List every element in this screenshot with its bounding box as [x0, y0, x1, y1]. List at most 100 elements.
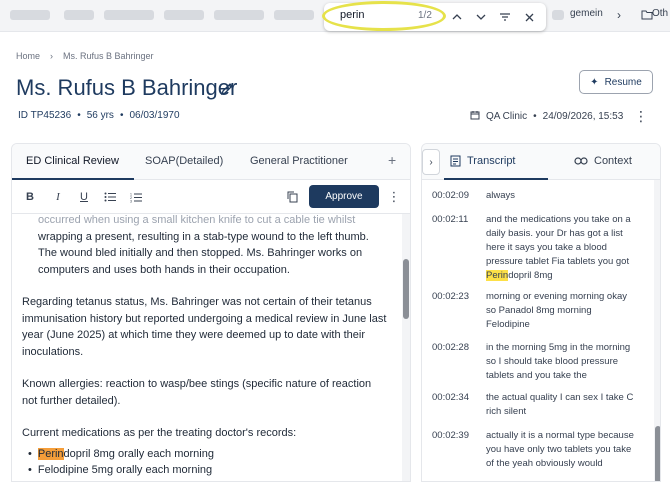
patient-id: ID TP45236	[18, 110, 72, 121]
next-match-icon[interactable]	[472, 8, 490, 26]
blurred-bookmark	[104, 10, 154, 20]
transcript-row: 00:02:34 the actual quality I can sex I …	[432, 391, 636, 419]
transcript-text: in the morning 5mg in the morning so I s…	[486, 342, 631, 381]
bold-icon[interactable]: B	[22, 189, 38, 205]
transcript-text: and the medications you take on a daily …	[486, 213, 636, 283]
timestamp: 00:02:39	[432, 430, 469, 441]
transcript-list[interactable]: 00:02:09 always 00:02:11 and the medicat…	[422, 180, 654, 481]
scrollbar-thumb[interactable]	[403, 259, 409, 319]
blurred-bookmark	[164, 10, 204, 20]
search-highlight: Perin	[486, 270, 509, 281]
find-options-icon[interactable]	[496, 8, 514, 26]
patient-meta: ID TP45236 • 56 yrs • 06/03/1970	[18, 110, 180, 121]
find-bar: perin 1/2	[324, 3, 546, 31]
add-tab-icon[interactable]: +	[388, 152, 396, 168]
blurred-bookmark	[64, 10, 94, 20]
pencil-icon[interactable]	[220, 82, 236, 98]
timestamp: 00:02:11	[432, 214, 469, 225]
medication-text: dopril 8mg orally each morning	[63, 447, 214, 460]
previous-match-icon[interactable]	[448, 8, 466, 26]
scrollbar[interactable]	[654, 180, 660, 481]
more-options-icon[interactable]: ⋮	[634, 108, 648, 125]
document-icon	[450, 155, 461, 167]
paragraph: Known allergies: reaction to wasp/bee st…	[22, 378, 372, 407]
medication-list: Perindopril 8mg orally each morning Felo…	[22, 446, 387, 479]
breadcrumb-current: Ms. Rufus B Bahringer	[63, 51, 154, 61]
faded-text: occurred when using a small kitchen knif…	[38, 214, 356, 226]
blurred-bookmark	[214, 10, 264, 20]
transcript-text: always	[486, 190, 516, 201]
clinic-info: QA Clinic • 24/09/2026, 15:53	[470, 110, 623, 123]
patient-age: 56 yrs	[86, 110, 114, 121]
transcript-row: 00:02:09 always	[432, 189, 636, 203]
transcript-panel: › Transcript Context 00:02:09 always 00:…	[421, 143, 661, 482]
resume-label: Resume	[604, 76, 642, 88]
transcript-fragment: and the medications you take on a daily …	[486, 214, 631, 267]
visit-datetime: 24/09/2026, 15:53	[542, 111, 624, 122]
tab-label: Context	[594, 155, 632, 167]
editor-toolbar: B I U 123 Approve ⋮	[12, 180, 410, 214]
transcript-text: actually it is a normal type because you…	[486, 430, 634, 469]
svg-text:3: 3	[130, 199, 132, 203]
transcript-row: 00:02:28 in the morning 5mg in the morni…	[432, 341, 636, 383]
tab-general-practitioner[interactable]: General Practitioner	[250, 155, 348, 167]
page-title: Ms. Rufus B Bahringer	[16, 75, 238, 100]
bookmark-label[interactable]: gemein	[570, 8, 603, 19]
chevron-right-icon[interactable]: ›	[610, 6, 628, 24]
list-item: Felodipine 5mg orally each morning	[28, 462, 387, 479]
meta-separator: •	[533, 111, 537, 122]
tab-context[interactable]: Context	[574, 155, 632, 167]
tab-label: Transcript	[467, 155, 516, 167]
timestamp: 00:02:28	[432, 342, 469, 353]
breadcrumb: Home › Ms. Rufus B Bahringer	[16, 51, 154, 61]
collapse-panel-icon[interactable]: ›	[422, 149, 440, 175]
numbered-list-icon[interactable]: 123	[128, 189, 144, 205]
scrollbar-thumb[interactable]	[655, 426, 660, 481]
tab-transcript[interactable]: Transcript	[450, 155, 516, 167]
transcript-row: 00:02:39 actually it is a normal type be…	[432, 429, 636, 471]
transcript-fragment: dopril 8mg	[508, 270, 553, 281]
tab-ed-clinical-review[interactable]: ED Clinical Review	[26, 155, 119, 167]
list-item: Perindopril 8mg orally each morning	[28, 446, 387, 463]
resume-button[interactable]: ✦ Resume	[579, 70, 653, 94]
timestamp: 00:02:34	[432, 392, 469, 403]
transcript-row: 00:02:11 and the medications you take on…	[432, 213, 636, 283]
timestamp: 00:02:23	[432, 291, 469, 302]
italic-icon[interactable]: I	[50, 189, 66, 205]
breadcrumb-home[interactable]: Home	[16, 51, 40, 61]
note-document[interactable]: occurred when using a small kitchen knif…	[12, 214, 402, 481]
bulleted-list-icon[interactable]	[102, 189, 118, 205]
approve-button[interactable]: Approve	[309, 185, 379, 208]
paragraph: wrapping a present, resulting in a stab-…	[38, 230, 369, 276]
find-input[interactable]: perin	[340, 9, 364, 21]
tab-soap-detailed[interactable]: SOAP(Detailed)	[145, 155, 223, 167]
blurred-bookmark	[274, 10, 314, 20]
context-icon	[574, 157, 588, 165]
close-icon[interactable]	[520, 8, 538, 26]
search-highlight: Perin	[37, 447, 64, 460]
folder-label[interactable]: Oth	[652, 8, 668, 19]
notes-panel: ED Clinical Review SOAP(Detailed) Genera…	[11, 143, 411, 482]
clinic-name: QA Clinic	[486, 111, 528, 122]
timestamp: 00:02:09	[432, 190, 469, 201]
side-tabs: › Transcript Context	[422, 144, 660, 180]
meta-separator: •	[119, 110, 124, 121]
patient-dob: 06/03/1970	[129, 110, 180, 121]
paragraph: Regarding tetanus status, Ms. Bahringer …	[22, 296, 387, 358]
transcript-text: the actual quality I can sex I take C ri…	[486, 392, 634, 417]
blurred-bookmark	[552, 10, 564, 20]
more-options-icon[interactable]: ⋮	[386, 189, 402, 205]
scrollbar[interactable]	[402, 214, 410, 481]
calendar-icon	[470, 110, 480, 123]
note-tabs: ED Clinical Review SOAP(Detailed) Genera…	[12, 144, 410, 180]
sparkle-icon: ✦	[590, 76, 599, 88]
breadcrumb-separator: ›	[50, 51, 54, 61]
meta-separator: •	[77, 110, 81, 121]
find-match-count: 1/2	[418, 10, 432, 21]
copy-icon[interactable]	[284, 189, 300, 205]
transcript-row: 00:02:23 morning or evening morning okay…	[432, 290, 636, 332]
transcript-text: morning or evening morning okay so Panad…	[486, 291, 627, 330]
blurred-bookmark	[10, 10, 50, 20]
underline-icon[interactable]: U	[76, 189, 92, 205]
paragraph: Current medications as per the treating …	[22, 427, 297, 439]
